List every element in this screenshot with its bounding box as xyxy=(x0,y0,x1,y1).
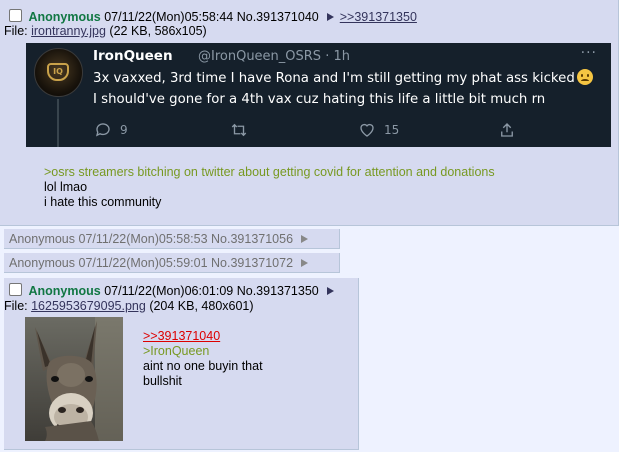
reply-action: 9 xyxy=(94,121,128,139)
greentext-quote: >IronQueen xyxy=(143,344,210,358)
tweet-display-name: IronQueen xyxy=(93,48,173,64)
post-checkbox[interactable] xyxy=(9,9,22,22)
reply-link[interactable]: >>391371040 xyxy=(143,329,220,343)
tweet-text: 3x vaxxed, 3rd time I have Rona and I'm … xyxy=(93,68,593,110)
message-line-2: bullshit xyxy=(143,374,182,388)
file-label: File: xyxy=(4,299,28,313)
file-label: File: xyxy=(4,24,28,38)
donkey-thumbnail-image[interactable] xyxy=(25,317,123,441)
post-menu-arrow-icon[interactable] xyxy=(326,13,334,21)
post-menu-arrow-icon[interactable] xyxy=(301,235,309,243)
retweet-icon xyxy=(231,123,247,137)
tweet-line-2: I should've gone for a 4th vax cuz hatin… xyxy=(93,92,546,107)
post-391371056: Anonymous 07/11/22(Mon)05:58:53 No.39137… xyxy=(4,229,340,249)
post-checkbox[interactable] xyxy=(9,283,22,296)
post-datetime: 07/11/22(Mon)05:58:44 xyxy=(104,10,234,24)
post-info: Anonymous 07/11/22(Mon)06:01:09 No.39137… xyxy=(9,283,340,298)
post-info: Anonymous 07/11/22(Mon)05:58:53 No.39137… xyxy=(9,232,314,246)
post-391371072: Anonymous 07/11/22(Mon)05:59:01 No.39137… xyxy=(4,253,340,273)
share-icon xyxy=(501,123,513,137)
heart-icon xyxy=(360,123,374,137)
avatar-crest-icon: IQ xyxy=(47,63,69,81)
poster-name: Anonymous xyxy=(9,256,76,270)
message-line-1: aint no one buyin that xyxy=(143,359,263,373)
avatar: IQ xyxy=(34,48,83,97)
reply-count: 9 xyxy=(120,123,128,137)
file-link[interactable]: 1625953679095.png xyxy=(31,299,146,313)
greentext-quote: >osrs streamers bitching on twitter abou… xyxy=(44,165,495,179)
tweet-line-1: 3x vaxxed, 3rd time I have Rona and I'm … xyxy=(93,71,575,86)
poster-name: Anonymous xyxy=(9,232,76,246)
post-menu-arrow-icon[interactable] xyxy=(326,287,334,295)
reply-icon xyxy=(95,123,110,137)
tweet-image[interactable]: IQ IronQueen @IronQueen_OSRS · 1h ··· 3x… xyxy=(26,43,611,147)
post-menu-arrow-icon[interactable] xyxy=(301,259,309,267)
post-message: >osrs streamers bitching on twitter abou… xyxy=(44,165,495,210)
poster-name: Anonymous xyxy=(28,10,101,24)
post-datetime: 07/11/22(Mon)05:59:01 xyxy=(78,256,208,270)
file-info: File: irontranny.jpg (22 KB, 586x105) xyxy=(4,24,207,38)
donkey-picture xyxy=(25,317,123,441)
file-meta: (22 KB, 586x105) xyxy=(109,24,207,38)
post-number[interactable]: No.391371350 xyxy=(237,284,319,298)
post-info: Anonymous 07/11/22(Mon)05:58:44 No.39137… xyxy=(9,9,417,24)
tweet-handle: @IronQueen_OSRS · 1h xyxy=(198,49,350,64)
more-options-icon: ··· xyxy=(580,45,597,61)
post-391371040: Anonymous 07/11/22(Mon)05:58:44 No.39137… xyxy=(0,0,619,226)
message-line-1: lol lmao xyxy=(44,180,88,194)
thread-line xyxy=(57,99,59,147)
post-info: Anonymous 07/11/22(Mon)05:59:01 No.39137… xyxy=(9,256,314,270)
post-number[interactable]: No.391371040 xyxy=(237,10,319,24)
file-meta: (204 KB, 480x601) xyxy=(149,299,254,313)
post-number[interactable]: No.391371056 xyxy=(211,232,293,246)
backlink[interactable]: >>391371350 xyxy=(340,10,417,24)
message-line-2: i hate this community xyxy=(44,195,162,209)
post-message: >>391371040 >IronQueen aint no one buyin… xyxy=(143,329,263,389)
sad-face-emoji-icon xyxy=(576,69,593,85)
share-action xyxy=(498,121,516,139)
like-action: 15 xyxy=(358,121,399,139)
post-number[interactable]: No.391371072 xyxy=(211,256,293,270)
file-link[interactable]: irontranny.jpg xyxy=(31,24,106,38)
post-datetime: 07/11/22(Mon)06:01:09 xyxy=(104,284,234,298)
poster-name: Anonymous xyxy=(28,284,101,298)
like-count: 15 xyxy=(384,123,400,137)
file-info: File: 1625953679095.png (204 KB, 480x601… xyxy=(4,299,254,313)
retweet-action xyxy=(230,121,248,139)
post-datetime: 07/11/22(Mon)05:58:53 xyxy=(78,232,208,246)
